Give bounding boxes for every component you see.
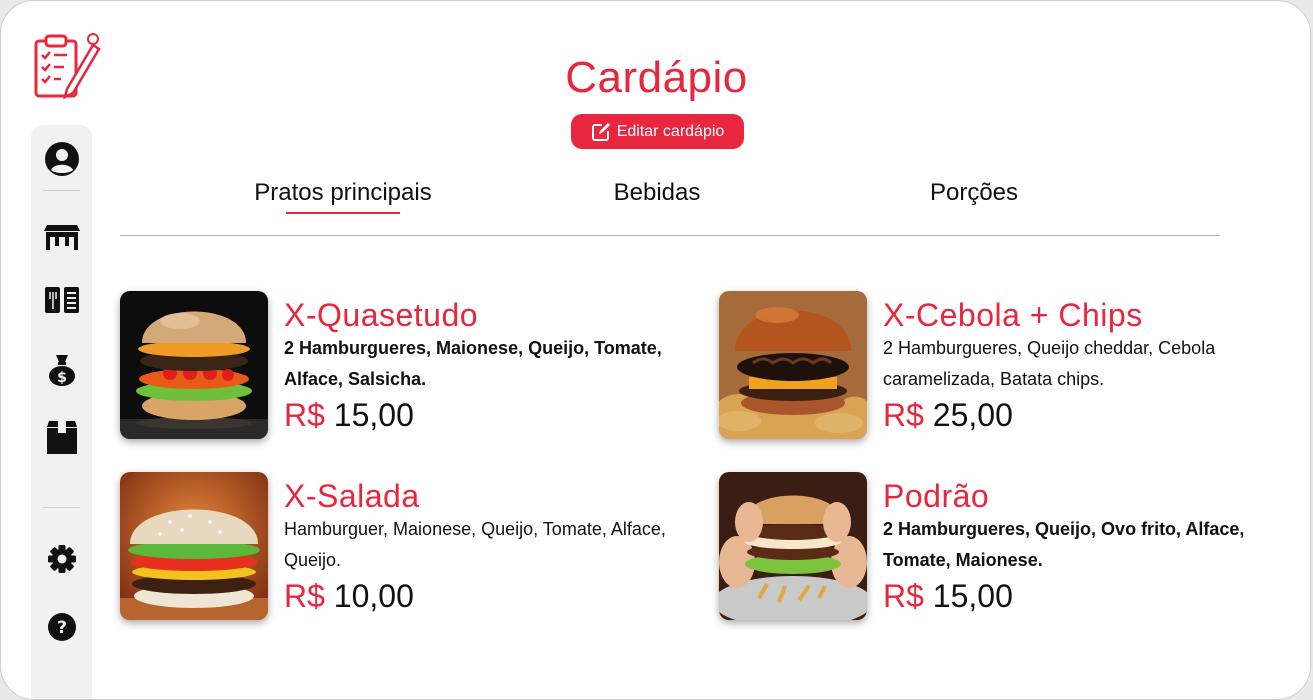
help-icon[interactable]: ? xyxy=(31,612,92,642)
burger-photo xyxy=(719,291,867,439)
sidebar-divider xyxy=(43,190,80,191)
menu-item-name: Podrão xyxy=(883,478,990,514)
currency-symbol: R$ xyxy=(883,578,924,614)
menu-item-description: 2 Hamburgueres, Maionese, Queijo, Tomate… xyxy=(284,338,662,389)
tabs-divider xyxy=(120,235,1220,236)
menu-item-card[interactable]: X-Quasetudo 2 Hamburgueres, Maionese, Qu… xyxy=(120,291,680,441)
menu-item-price: R$ 15,00 xyxy=(284,397,414,434)
sidebar-divider xyxy=(43,507,80,508)
menu-item-card[interactable]: Podrão 2 Hamburgueres, Queijo, Ovo frito… xyxy=(719,472,1279,622)
tab-porcoes[interactable]: Porções xyxy=(894,179,1054,207)
price-value: 25,00 xyxy=(932,397,1013,433)
menu-item-name: X-Salada xyxy=(284,478,420,514)
edit-menu-button[interactable]: Editar cardápio xyxy=(571,114,744,149)
edit-menu-button-label: Editar cardápio xyxy=(616,122,725,140)
menu-item-description: 2 Hamburgueres, Queijo cheddar, Cebola c… xyxy=(883,338,1216,389)
table-icon[interactable] xyxy=(31,223,92,251)
menu-item-price: R$ 15,00 xyxy=(883,578,1013,615)
user-circle-icon[interactable] xyxy=(31,141,92,177)
menu-book-icon[interactable] xyxy=(31,285,92,315)
edit-icon xyxy=(591,122,610,141)
burger-photo xyxy=(120,291,268,439)
menu-item-name: X-Quasetudo xyxy=(284,297,479,333)
sidebar: $ ? xyxy=(31,125,92,699)
tab-bebidas[interactable]: Bebidas xyxy=(577,179,737,207)
currency-symbol: R$ xyxy=(284,397,325,433)
menu-item-price: R$ 10,00 xyxy=(284,578,414,615)
menu-item-price: R$ 25,00 xyxy=(883,397,1013,434)
currency-symbol: R$ xyxy=(284,578,325,614)
box-icon[interactable] xyxy=(31,419,92,455)
active-tab-indicator xyxy=(286,212,400,214)
svg-text:$: $ xyxy=(57,370,67,386)
menu-item-card[interactable]: X-Cebola + Chips 2 Hamburgueres, Queijo … xyxy=(719,291,1279,441)
price-value: 15,00 xyxy=(333,397,414,433)
menu-item-description: 2 Hamburgueres, Queijo, Ovo frito, Alfac… xyxy=(883,519,1245,570)
svg-text:?: ? xyxy=(57,618,67,638)
menu-item-name: X-Cebola + Chips xyxy=(883,297,1143,333)
burger-photo xyxy=(120,472,268,620)
money-bag-icon[interactable]: $ xyxy=(31,353,92,387)
gear-icon[interactable] xyxy=(31,544,92,574)
burger-photo xyxy=(719,472,867,620)
price-value: 15,00 xyxy=(932,578,1013,614)
menu-item-description: Hamburguer, Maionese, Queijo, Tomate, Al… xyxy=(284,519,666,570)
tab-pratos-principais[interactable]: Pratos principais xyxy=(223,179,463,207)
menu-item-card[interactable]: X-Salada Hamburguer, Maionese, Queijo, T… xyxy=(120,472,680,622)
app-window: $ ? Cardápio Editar cardápio Pratos prin… xyxy=(0,0,1311,700)
page-title: Cardápio xyxy=(565,53,748,102)
price-value: 10,00 xyxy=(333,578,414,614)
currency-symbol: R$ xyxy=(883,397,924,433)
